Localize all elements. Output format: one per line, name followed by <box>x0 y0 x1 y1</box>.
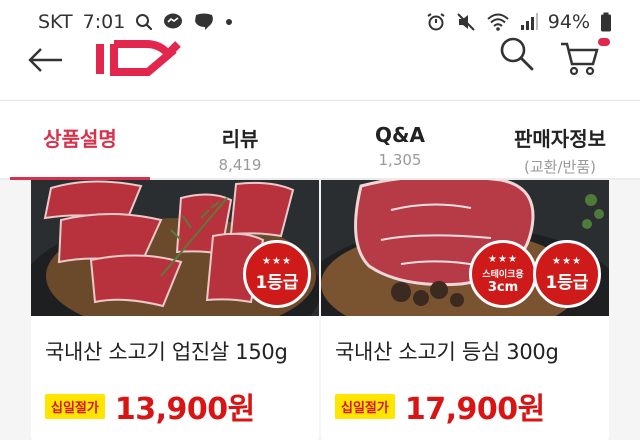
product-price: 13,900원 <box>114 392 255 427</box>
cart-icon <box>561 42 599 76</box>
tab-sub-label: (교환/반품) <box>524 158 596 176</box>
status-left: SKT 7:01 <box>38 11 233 33</box>
review-count: 8,419 <box>218 156 262 174</box>
tab-label: Q&A <box>375 123 425 147</box>
tab-seller-info[interactable]: 판매자정보 (교환/반품) <box>480 101 640 178</box>
price-row: 십일절가 13,900원 <box>45 384 309 428</box>
messenger-icon <box>163 13 183 31</box>
signal-icon <box>520 13 538 31</box>
grade-badge: ★★★ 1등급 <box>533 240 601 308</box>
qna-count: 1,305 <box>378 151 422 169</box>
product-info: 국내산 소고기 등심 300g 십일절가 17,900원 <box>321 316 609 428</box>
battery-icon <box>600 12 612 32</box>
talk-icon <box>193 13 215 31</box>
search-icon <box>500 37 534 71</box>
battery-label: 94% <box>547 11 590 33</box>
tab-label: 판매자정보 <box>514 127 606 151</box>
cart-button[interactable] <box>556 38 610 78</box>
dot-icon <box>225 18 233 26</box>
logo[interactable] <box>90 38 190 78</box>
back-button[interactable] <box>22 40 70 80</box>
wifi-icon <box>486 12 510 32</box>
cart-badge <box>598 38 610 46</box>
product-info: 국내산 소고기 업진살 150g 십일절가 13,900원 <box>31 316 319 428</box>
app-header <box>0 36 640 98</box>
product-title: 국내산 소고기 등심 300g <box>335 340 559 364</box>
steak-label: 스테이크용 <box>482 269 524 280</box>
sale-tag: 십일절가 <box>335 393 395 419</box>
sale-tag: 십일절가 <box>45 393 105 419</box>
tab-reviews[interactable]: 리뷰 8,419 <box>160 101 320 178</box>
grade-text: 1등급 <box>255 272 299 293</box>
steak-thickness: 3cm <box>487 279 519 295</box>
back-arrow-icon <box>28 48 62 72</box>
alarm-icon <box>426 12 446 32</box>
grade-badge: ★★★ 1등급 <box>243 240 311 308</box>
tab-label: 상품설명 <box>43 127 117 151</box>
product-list: ★★★ 1등급 국내산 소고기 업진살 150g 십일절가 13,900원 ★★… <box>0 180 640 440</box>
grade-stars: ★★★ <box>262 255 292 267</box>
product-image: ★★★ 스테이크용 3cm ★★★ 1등급 <box>321 180 609 316</box>
search-button[interactable] <box>492 36 540 76</box>
steak-stars: ★★★ <box>488 253 518 265</box>
product-card[interactable]: ★★★ 1등급 국내산 소고기 업진살 150g 십일절가 13,900원 <box>31 180 319 440</box>
tab-qna[interactable]: Q&A 1,305 <box>320 101 480 178</box>
product-image: ★★★ 1등급 <box>31 180 319 316</box>
tab-description[interactable]: 상품설명 <box>0 101 160 180</box>
price-row: 십일절가 17,900원 <box>335 384 599 428</box>
steak-badge: ★★★ 스테이크용 3cm <box>469 240 537 308</box>
grade-stars: ★★★ <box>552 255 582 267</box>
product-title: 국내산 소고기 업진살 150g <box>45 340 288 364</box>
search-icon <box>135 13 153 31</box>
product-price: 17,900원 <box>404 392 545 427</box>
product-card[interactable]: ★★★ 스테이크용 3cm ★★★ 1등급 국내산 소고기 등심 300g 십일… <box>321 180 609 440</box>
status-right: 94% <box>426 11 612 33</box>
carrier-label: SKT <box>38 11 73 33</box>
logo-icon <box>96 40 181 76</box>
product-tabs: 상품설명 리뷰 8,419 Q&A 1,305 판매자정보 (교환/반품) <box>0 100 640 180</box>
clock-label: 7:01 <box>82 11 126 33</box>
mute-icon <box>456 12 476 32</box>
tab-label: 리뷰 <box>221 127 259 151</box>
grade-text: 1등급 <box>545 272 589 293</box>
